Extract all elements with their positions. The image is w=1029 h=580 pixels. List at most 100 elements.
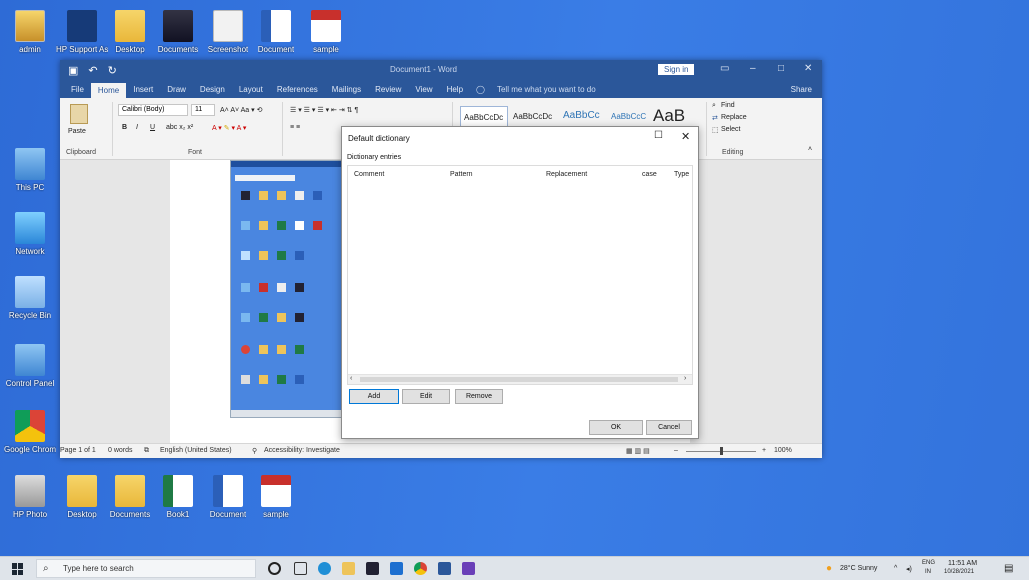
edge-icon[interactable] (318, 562, 331, 575)
minimize-icon[interactable]: – (750, 63, 756, 74)
zoom-slider-thumb[interactable] (720, 447, 723, 455)
desktop-icon-excel[interactable]: Book1 (152, 475, 204, 519)
paste-icon[interactable] (70, 104, 88, 124)
desktop-icon-admin[interactable]: admin (4, 10, 56, 54)
edit-button[interactable]: Edit (402, 389, 450, 404)
underline-button[interactable]: U (150, 124, 155, 131)
font-color-icon[interactable]: A ▾ ✎ ▾ A ▾ (212, 124, 246, 132)
desktop-icon-network[interactable]: Network (4, 212, 56, 256)
grow-font-icon[interactable]: A˄ A˅ Aa ▾ ⟲ (220, 106, 262, 114)
style-heading-2[interactable]: AaBbCcC (608, 106, 652, 128)
bullets-icon[interactable]: ☰ ▾ ☰ ▾ ☰ ▾ ⇤ ⇥ ⇅ ¶ (290, 106, 358, 114)
remove-button[interactable]: Remove (455, 389, 503, 404)
maximize-icon[interactable]: □ (778, 63, 784, 74)
tab-file[interactable]: File (64, 85, 91, 98)
tell-me-search[interactable]: Tell me what you want to do (491, 85, 602, 98)
style-normal[interactable]: AaBbCcDc (460, 106, 508, 128)
zoom-out-icon[interactable]: – (674, 447, 678, 454)
close-icon[interactable]: ✕ (681, 130, 690, 143)
select-button[interactable]: Select (721, 126, 740, 133)
desktop-icon-control-panel[interactable]: Control Panel (4, 344, 56, 388)
column-header-replacement[interactable]: Replacement (546, 171, 587, 178)
zoom-in-icon[interactable]: + (762, 447, 766, 454)
scroll-right-icon[interactable]: › (684, 375, 686, 382)
chrome-icon[interactable] (414, 562, 427, 575)
page-count[interactable]: Page 1 of 1 (60, 447, 96, 454)
tab-insert[interactable]: Insert (126, 85, 160, 98)
clock-time[interactable]: 11:51 AM (948, 560, 977, 567)
proofing-icon[interactable]: ⧉ (144, 447, 149, 455)
bold-button[interactable]: B (122, 124, 127, 131)
language-status[interactable]: English (United States) (160, 447, 232, 454)
scrollbar-thumb[interactable] (360, 377, 678, 382)
add-button[interactable]: Add (349, 389, 399, 404)
share-button[interactable]: Share (791, 85, 812, 94)
chevron-up-icon[interactable]: ^ (894, 565, 897, 572)
desktop-icon-word-doc[interactable]: Document (250, 10, 302, 54)
ok-button[interactable]: OK (589, 420, 643, 435)
tab-draw[interactable]: Draw (160, 85, 193, 98)
word-taskbar-icon[interactable] (438, 562, 451, 575)
style-no-spacing[interactable]: AaBbCcDc (510, 106, 560, 128)
desktop-icon-hp[interactable]: HP Support Assistant (56, 10, 108, 54)
column-header-case[interactable]: case (642, 171, 657, 178)
clock-date[interactable]: 10/28/2021 (944, 569, 974, 575)
store-icon[interactable] (366, 562, 379, 575)
align-icon[interactable]: ≡ ≡ (290, 124, 300, 131)
paste-button[interactable]: Paste (68, 128, 86, 135)
dictionary-entries-list[interactable]: Comment Pattern Replacement case Type ‹ … (347, 165, 693, 385)
tab-review[interactable]: Review (368, 85, 408, 98)
italic-button[interactable]: I (136, 124, 138, 131)
desktop-icon-word-doc-2[interactable]: Document (202, 475, 254, 519)
tab-design[interactable]: Design (193, 85, 232, 98)
tab-references[interactable]: References (270, 85, 325, 98)
region-indicator[interactable]: IN (925, 569, 931, 575)
replace-button[interactable]: Replace (721, 114, 747, 121)
taskbar-search-box[interactable]: ⌕ Type here to search (36, 559, 256, 578)
save-icon[interactable]: ▣ (68, 64, 78, 77)
zoom-level[interactable]: 100% (774, 447, 792, 454)
redo-icon[interactable]: ↻ (108, 64, 117, 77)
notification-icon[interactable]: ▤ (1004, 563, 1013, 574)
file-explorer-icon[interactable] (342, 562, 355, 575)
find-button[interactable]: Find (721, 102, 735, 109)
undo-icon[interactable]: ↶ (88, 64, 97, 77)
scroll-left-icon[interactable]: ‹ (350, 375, 352, 382)
cancel-button[interactable]: Cancel (646, 420, 692, 435)
tab-mailings[interactable]: Mailings (325, 85, 368, 98)
sign-in-button[interactable]: Sign in (658, 64, 695, 75)
desktop-icon-pdf[interactable]: sample (300, 10, 352, 54)
horizontal-scrollbar[interactable]: ‹ › (348, 374, 692, 384)
strikethrough-icon[interactable]: abc x₂ x² (166, 124, 193, 131)
column-header-type[interactable]: Type (674, 171, 689, 178)
ribbon-display-icon[interactable]: ▭ (720, 63, 729, 74)
windows-start-icon[interactable] (12, 563, 24, 575)
task-view-icon[interactable] (294, 562, 307, 575)
font-size-select[interactable]: 11 (191, 104, 215, 116)
collapse-ribbon-icon[interactable]: ˄ (808, 146, 812, 153)
desktop-icon-hp-photo[interactable]: HP Photo (4, 475, 56, 519)
desktop-icon-recycle-bin[interactable]: Recycle Bin (4, 276, 56, 320)
tab-help[interactable]: Help (440, 85, 470, 98)
weather-status[interactable]: 28°C Sunny (840, 565, 877, 572)
volume-icon[interactable]: ◂) (906, 565, 912, 573)
desktop-icon-documents-2[interactable]: Documents (104, 475, 156, 519)
desktop-icon-desktop-folder-2[interactable]: Desktop (56, 475, 108, 519)
app-icon[interactable] (462, 562, 475, 575)
desktop-icon-documents[interactable]: Documents (152, 10, 204, 54)
column-header-comment[interactable]: Comment (354, 171, 384, 178)
language-indicator[interactable]: ENG (922, 560, 935, 566)
mail-icon[interactable] (390, 562, 403, 575)
column-header-pattern[interactable]: Pattern (450, 171, 473, 178)
tab-view[interactable]: View (408, 85, 439, 98)
desktop-icon-pdf-2[interactable]: sample (250, 475, 302, 519)
style-title[interactable]: AaB (650, 106, 686, 128)
view-mode-icons[interactable]: ▦ ▥ ▤ (626, 447, 650, 455)
style-heading-1[interactable]: AaBbCc (560, 106, 608, 128)
cortana-icon[interactable] (268, 562, 281, 575)
desktop-icon-this-pc[interactable]: This PC (4, 148, 56, 192)
desktop-icon-screenshot[interactable]: Screenshot (202, 10, 254, 54)
font-name-select[interactable]: Calibri (Body) (118, 104, 188, 116)
accessibility-status[interactable]: Accessibility: Investigate (264, 447, 340, 454)
desktop-icon-chrome[interactable]: Google Chrome (4, 410, 56, 454)
